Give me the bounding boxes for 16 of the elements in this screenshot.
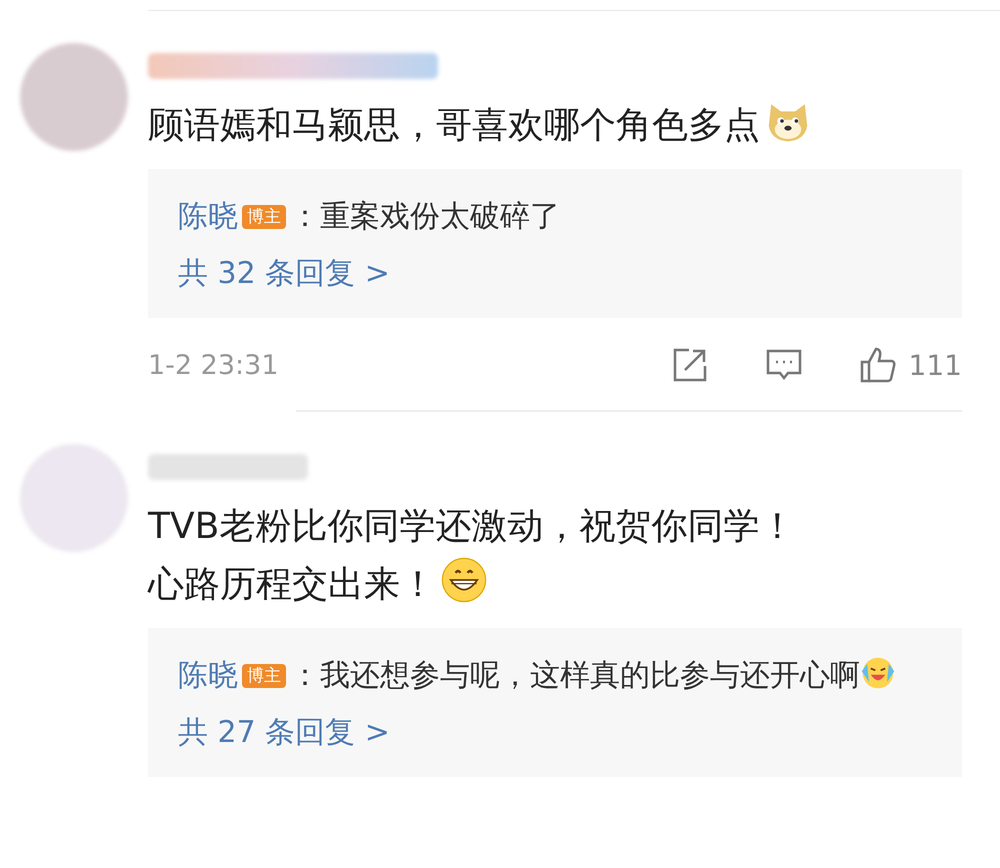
- comment-text: 心路历程交出来！: [148, 564, 436, 605]
- comment-time: 1-2 23:31: [148, 350, 280, 380]
- more-replies-link[interactable]: 共 27 条回复 >: [178, 712, 390, 753]
- blogger-badge: 博主: [242, 205, 286, 229]
- reply-text: ：重案戏份太破碎了: [290, 199, 560, 234]
- like-count: 111: [908, 348, 962, 382]
- reply-author[interactable]: 陈晓: [178, 658, 238, 693]
- comment-text: TVB老粉比你同学还激动，祝贺你同学！: [148, 506, 796, 547]
- reply-author[interactable]: 陈晓: [178, 199, 238, 234]
- blogger-badge: 博主: [242, 664, 286, 688]
- thumbs-up-icon[interactable]: [858, 346, 897, 384]
- comment-text: 顾语嫣和马颖思，哥喜欢哪个角色多点: [148, 105, 760, 146]
- laugh-cry-emoji-icon: [860, 655, 896, 691]
- grin-emoji-icon: [440, 556, 488, 604]
- reply-text: ：我还想参与呢，这样真的比参与还开心啊: [290, 658, 860, 693]
- more-replies-link[interactable]: 共 32 条回复 >: [178, 253, 390, 294]
